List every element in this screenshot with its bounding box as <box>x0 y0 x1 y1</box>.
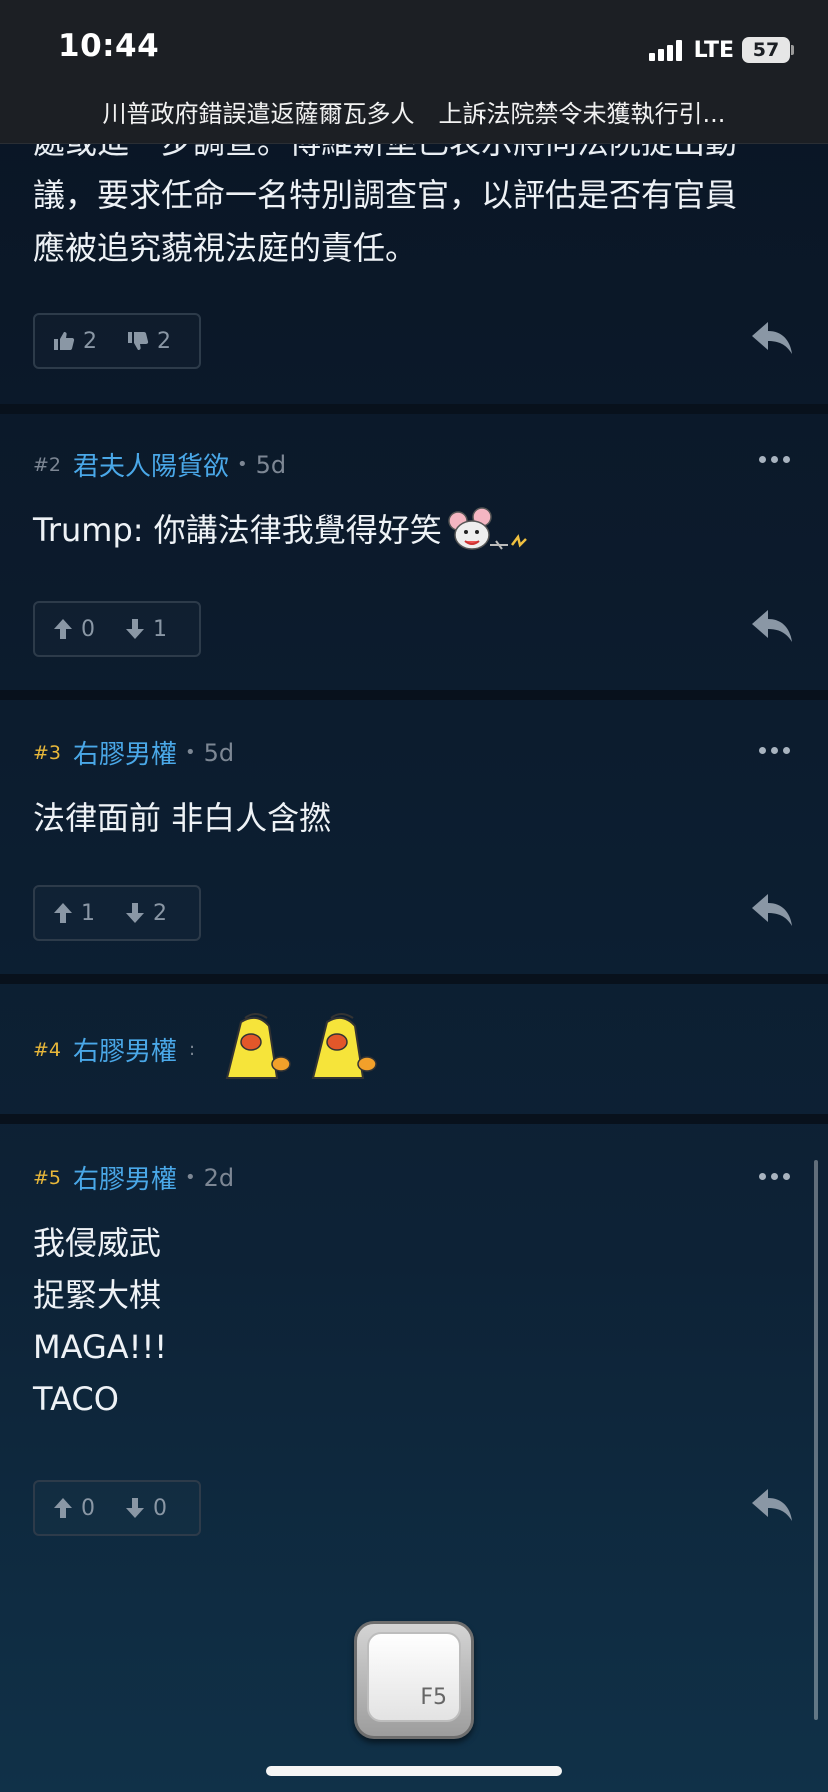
comment-body: 法律面前 非白人含撚 <box>33 799 332 837</box>
arrow-up-icon <box>54 903 72 923</box>
network-type: LTE <box>693 37 734 63</box>
more-options-icon[interactable] <box>759 747 790 754</box>
comment-body-line: 我侵威武 <box>33 1224 162 1262</box>
comment-meta: #5 右膠男權 • 2d <box>33 1159 234 1196</box>
post-age: 5d <box>255 450 287 479</box>
downvote-count: 1 <box>153 616 167 642</box>
refresh-button[interactable]: F5 <box>354 1621 474 1739</box>
scrollbar[interactable] <box>814 1160 818 1720</box>
upvote-count: 1 <box>81 900 95 926</box>
reply-icon[interactable] <box>750 608 794 644</box>
arrow-down-icon <box>126 903 144 923</box>
app-root: 10:44 LTE 57 川普政府錯誤遣返薩爾瓦多人 上訴法院禁令未獲執行引..… <box>0 0 828 1792</box>
downvote-button[interactable]: 1 <box>125 617 167 642</box>
divider <box>0 1114 828 1124</box>
comment-item: 處或進一步調查。博維斯堡已表示將向法院提出動 議，要求任命一名特別調查官，以評估… <box>0 123 828 369</box>
comment-meta: #2 君夫人陽貨欲 • 5d <box>33 446 286 483</box>
post-age: 2d <box>203 1163 235 1192</box>
page-title[interactable]: 川普政府錯誤遣返薩爾瓦多人 上訴法院禁令未獲執行引... <box>0 94 828 129</box>
reply-icon[interactable] <box>750 320 794 356</box>
dislike-button[interactable]: 2 <box>127 329 171 354</box>
divider <box>0 974 828 984</box>
upvote-button[interactable]: 0 <box>53 617 95 642</box>
top-bar: 10:44 LTE 57 川普政府錯誤遣返薩爾瓦多人 上訴法院禁令未獲執行引..… <box>0 0 828 144</box>
reply-icon[interactable] <box>750 892 794 928</box>
arrow-up-icon <box>54 619 72 639</box>
upvote-button[interactable]: 0 <box>53 1496 95 1521</box>
upvote-button[interactable]: 1 <box>53 901 95 926</box>
refresh-label: F5 <box>420 1685 447 1710</box>
floor-number: #2 <box>33 453 62 476</box>
thumbs-up-icon <box>54 332 75 350</box>
floor-number: #5 <box>33 1166 62 1189</box>
separator: : <box>189 1039 196 1060</box>
comment-list: 處或進一步調查。博維斯堡已表示將向法院提出動 議，要求任命一名特別調查官，以評估… <box>0 123 828 1536</box>
downvote-button[interactable]: 0 <box>125 1496 167 1521</box>
vote-box: 2 2 <box>33 313 201 369</box>
comment-body-line: MAGA!!! <box>33 1328 168 1366</box>
downvote-count: 2 <box>153 900 167 926</box>
battery-icon: 57 <box>742 37 790 63</box>
vote-box: 0 0 <box>33 1480 201 1536</box>
upvote-count: 0 <box>81 1495 95 1521</box>
reply-icon[interactable] <box>750 1487 794 1523</box>
comment-body-line: 應被追究藐視法庭的責任。 <box>33 229 418 267</box>
divider <box>0 690 828 700</box>
status-time: 10:44 <box>58 28 160 64</box>
more-options-icon[interactable] <box>759 456 790 463</box>
comment-body-line: 捉緊大棋 <box>33 1276 162 1314</box>
comment-body-line: TACO <box>33 1380 119 1418</box>
chick-sticker-icon <box>225 1013 377 1079</box>
arrow-up-icon <box>54 1498 72 1518</box>
floor-number: #4 <box>33 1038 62 1061</box>
username-link[interactable]: 君夫人陽貨欲 <box>73 446 229 483</box>
thumbs-down-icon <box>128 332 149 350</box>
username-link[interactable]: 右膠男權 <box>73 734 177 771</box>
mouse-sticker-icon <box>447 506 527 550</box>
comment-meta: #4 右膠男權 : <box>33 1031 203 1068</box>
username-link[interactable]: 右膠男權 <box>73 1031 177 1068</box>
vote-box: 1 2 <box>33 885 201 941</box>
comment-body: Trump: 你講法律我覺得好笑 <box>33 511 442 549</box>
upvote-count: 0 <box>81 616 95 642</box>
comment-body-line: 議，要求任命一名特別調查官，以評估是否有官員 <box>33 176 738 214</box>
battery-level: 57 <box>752 39 780 61</box>
arrow-down-icon <box>126 619 144 639</box>
comment-meta: #3 右膠男權 • 5d <box>33 734 234 771</box>
like-count: 2 <box>83 328 97 354</box>
divider <box>0 404 828 414</box>
signal-icon <box>648 39 682 61</box>
arrow-down-icon <box>126 1498 144 1518</box>
vote-box: 0 1 <box>33 601 201 657</box>
downvote-count: 0 <box>153 1495 167 1521</box>
post-age: 5d <box>203 738 235 767</box>
more-options-icon[interactable] <box>759 1173 790 1180</box>
downvote-button[interactable]: 2 <box>125 901 167 926</box>
username-link[interactable]: 右膠男權 <box>73 1159 177 1196</box>
dislike-count: 2 <box>157 328 171 354</box>
status-indicators: LTE 57 <box>648 36 794 64</box>
home-indicator[interactable] <box>266 1766 562 1776</box>
like-button[interactable]: 2 <box>53 329 97 354</box>
floor-number: #3 <box>33 741 62 764</box>
